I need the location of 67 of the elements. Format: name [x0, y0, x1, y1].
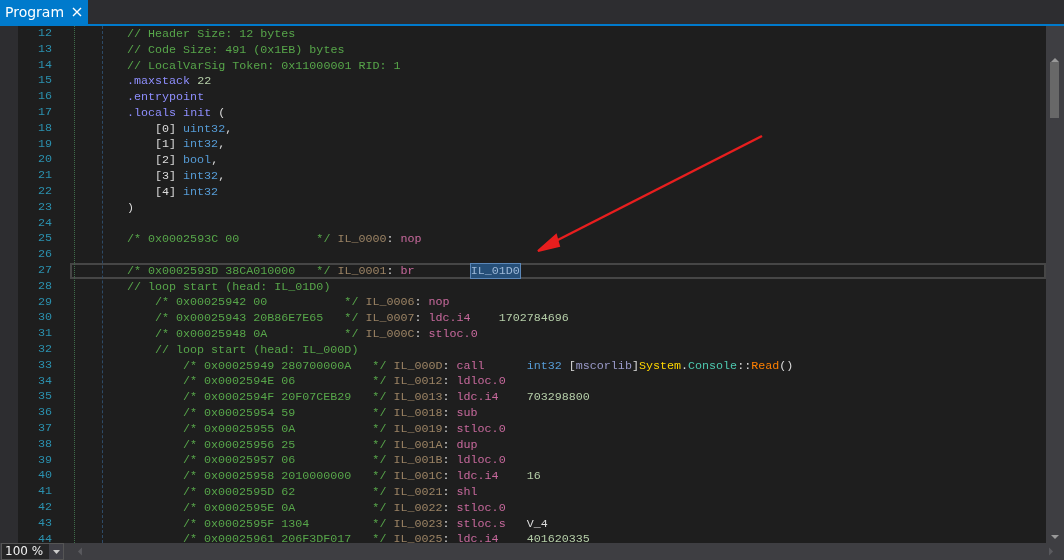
code-line: /* 0x00025942 00 */ IL_0006: nop: [154, 294, 451, 311]
code-line: [2] bool,: [154, 152, 220, 169]
line-number: 34: [36, 373, 52, 390]
code-line: /* 0x0002594F 20F07CEB29 */ IL_0013: ldc.i4 703298800: [182, 389, 591, 406]
code-line: [0] uint32,: [154, 120, 234, 137]
line-number: 38: [36, 436, 52, 453]
zoom-dropdown[interactable]: 100 %: [1, 543, 64, 560]
line-number: 16: [36, 89, 52, 105]
code-line: ): [126, 199, 135, 216]
code-line: // loop start (head: IL_01D0): [126, 278, 332, 295]
line-number: 31: [36, 326, 52, 342]
line-number: 21: [36, 168, 52, 184]
code-line: // LocalVarSig Token: 0x11000001 RID: 1: [126, 57, 402, 74]
line-number: 24: [36, 215, 52, 232]
caret-icon: [52, 549, 60, 554]
line-number: 28: [36, 278, 52, 295]
line-number: 15: [36, 73, 52, 90]
line-number: 30: [36, 310, 52, 327]
code-line: /* 0x0002595E 0A */ IL_0022: stloc.0: [182, 499, 507, 516]
line-number: 20: [36, 152, 52, 169]
line-number: 36: [36, 405, 52, 421]
line-number: 39: [36, 452, 52, 469]
code-line: /* 0x00025956 25 */ IL_001A: dup: [182, 436, 479, 453]
line-number: 18: [36, 120, 52, 137]
code-line: // Header Size: 12 bytes: [126, 26, 297, 42]
line-number: 26: [36, 247, 52, 263]
line-number: 22: [36, 183, 52, 200]
line-number: 29: [36, 294, 52, 311]
line-number: 40: [36, 468, 52, 485]
line-number: 25: [36, 231, 52, 248]
line-number: 42: [36, 499, 52, 516]
line-number: 14: [36, 57, 52, 74]
code-line: /* 0x00025961 206F3DF017 */ IL_0025: ldc.i4 401620335: [182, 531, 591, 543]
code-line: .entrypoint: [126, 89, 206, 105]
code-line: /* 0x00025954 59 */ IL_0018: sub: [182, 405, 479, 421]
code-line: /* 0x0002594E 06 */ IL_0012: ldloc.0: [182, 373, 507, 390]
code-line: /* 0x00025943 20B86E7E65 */ IL_0007: ldc.i4 1702784696: [154, 310, 570, 327]
code-line: // Code Size: 491 (0x1EB) bytes: [126, 41, 346, 58]
program-tab[interactable]: Program: [0, 0, 89, 24]
line-number: 23: [36, 199, 52, 216]
line-number: 41: [36, 484, 52, 500]
code-line: [3] int32,: [154, 168, 227, 184]
line-number: 27: [36, 262, 52, 279]
code-line: /* 0x0002595F 1304 */ IL_0023: stloc.s V_4: [182, 515, 549, 532]
code-line: /* 0x0002593C 00 */ IL_0000: nop: [126, 231, 423, 248]
line-number: 32: [36, 341, 52, 358]
line-number: 12: [36, 26, 52, 42]
code-line: .maxstack 22: [126, 73, 213, 90]
code-line: // loop start (head: IL_000D): [154, 341, 360, 358]
line-number: 37: [36, 420, 52, 437]
line-number: 17: [36, 105, 52, 121]
code-line: /* 0x00025957 06 */ IL_001B: ldloc.0: [182, 452, 507, 469]
code-line: /* 0x0002595D 62 */ IL_0021: shl: [182, 484, 479, 500]
code-line: /* 0x00025949 280700000A */ IL_000D: call int32 [mscorlib]System.Console::Read(): [182, 357, 795, 374]
code-line: /* 0x00025955 0A */ IL_0019: stloc.0: [182, 420, 507, 437]
line-number: 33: [36, 357, 52, 374]
code-line: [1] int32,: [154, 136, 227, 153]
code-line: /* 0x00025948 0A */ IL_000C: stloc.0: [154, 326, 479, 342]
code-line: .locals init (: [126, 105, 227, 121]
code-line: /* 0x00025958 2010000000 */ IL_001C: ldc.i4 16: [182, 468, 542, 485]
line-number: 44: [36, 531, 52, 543]
code-line: [4] int32: [154, 183, 220, 200]
line-number: 19: [36, 136, 52, 153]
close-icon[interactable]: [72, 7, 83, 17]
line-number: 13: [36, 41, 52, 58]
line-number: 35: [36, 389, 52, 406]
line-number: 43: [36, 515, 52, 532]
